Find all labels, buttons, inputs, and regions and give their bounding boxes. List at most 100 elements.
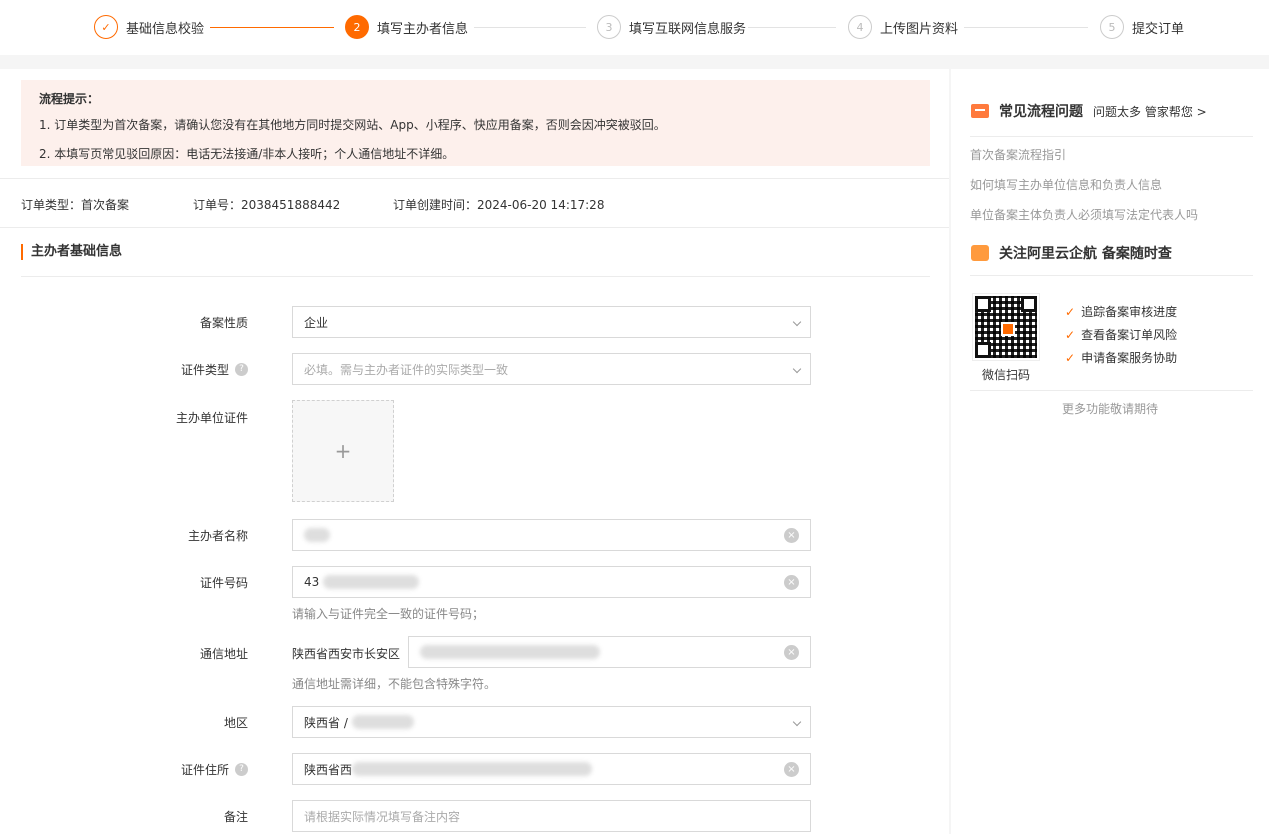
step-connector <box>474 27 586 28</box>
faq-link[interactable]: 如何填写主办单位信息和负责人信息 <box>970 176 1162 193</box>
cert-address-label: 证件住所? <box>0 761 248 778</box>
step-upload-images: 4 上传图片资料 <box>848 15 958 39</box>
address-label: 通信地址 <box>199 647 248 661</box>
cert-address-input[interactable]: 陕西省西 × <box>292 753 811 785</box>
clear-icon[interactable]: × <box>784 762 799 777</box>
step-label: 基础信息校验 <box>126 21 205 37</box>
follow-title: 关注阿里云企航 备案随时查 <box>999 246 1172 262</box>
step-internet-service: 3 填写互联网信息服务 <box>597 15 746 39</box>
cert-number-value: 43 <box>304 575 320 589</box>
redacted-text <box>323 575 420 589</box>
qr-logo <box>1001 322 1015 336</box>
cert-type-select[interactable]: 必填。需与主办者证件的实际类型一致 <box>292 353 811 385</box>
order-type: 订单类型：首次备案 <box>21 198 130 212</box>
step-label: 填写互联网信息服务 <box>629 21 747 37</box>
process-notice: 流程提示： 1. 订单类型为首次备案，请确认您没有在其他地方同时提交网站、App… <box>21 80 930 166</box>
chevron-down-icon <box>792 364 802 374</box>
follow-icon <box>971 245 989 261</box>
remark-label: 备注 <box>223 810 248 824</box>
clear-icon[interactable]: × <box>784 528 799 543</box>
qr-corner <box>975 296 991 312</box>
sponsor-name-label: 主办者名称 <box>187 529 248 543</box>
qr-corner <box>1021 296 1037 312</box>
qr-corner <box>975 342 991 358</box>
cert-address-value: 陕西省西 <box>304 762 353 777</box>
region-select[interactable]: 陕西省 / <box>292 706 811 738</box>
redacted-text <box>352 762 593 776</box>
check-icon: ✓ <box>1065 304 1076 319</box>
address-input[interactable]: × <box>408 636 811 668</box>
org-cert-label: 主办单位证件 <box>175 411 248 425</box>
step-number: 2 <box>345 15 369 39</box>
divider <box>970 136 1253 137</box>
cert-type-placeholder: 必填。需与主办者证件的实际类型一致 <box>304 362 509 377</box>
remark-placeholder: 请根据实际情况填写备注内容 <box>304 809 461 824</box>
region-label: 地区 <box>223 716 248 730</box>
main-panel: 流程提示： 1. 订单类型为首次备案，请确认您没有在其他地方同时提交网站、App… <box>0 69 949 834</box>
divider <box>0 227 949 228</box>
clear-icon[interactable]: × <box>784 575 799 590</box>
notice-title: 流程提示： <box>39 92 100 106</box>
step-submit-order: 5 提交订单 <box>1100 15 1184 39</box>
sponsor-name-input[interactable]: × <box>292 519 811 551</box>
divider <box>21 276 930 277</box>
clear-icon[interactable]: × <box>784 645 799 660</box>
divider <box>970 275 1253 276</box>
step-number: 3 <box>597 15 621 39</box>
record-nature-label: 备案性质 <box>199 316 248 330</box>
step-basic-check: ✓ 基础信息校验 <box>94 15 204 39</box>
address-hint: 通信地址需详细，不能包含特殊字符。 <box>292 677 497 691</box>
step-label: 填写主办者信息 <box>377 21 469 37</box>
redacted-text <box>304 528 330 542</box>
chevron-down-icon <box>792 717 802 727</box>
feature-item: ✓ 申请备案服务协助 <box>1065 350 1178 366</box>
org-cert-upload[interactable]: + <box>292 400 394 502</box>
sidebar-footer: 更多功能敬请期待 <box>1061 402 1158 416</box>
step-connector <box>748 27 836 28</box>
notice-line: 1. 订单类型为首次备案，请确认您没有在其他地方同时提交网站、App、小程序、快… <box>39 118 666 132</box>
region-value: 陕西省 / <box>304 715 348 730</box>
redacted-text <box>420 645 600 659</box>
step-number: 4 <box>848 15 872 39</box>
order-number: 订单号：2038451888442 <box>193 198 341 212</box>
faq-title: 常见流程问题 <box>999 104 1083 120</box>
faq-link[interactable]: 单位备案主体负责人必须填写法定代表人吗 <box>970 206 1198 223</box>
divider <box>0 178 949 179</box>
faq-link[interactable]: 首次备案流程指引 <box>970 146 1066 163</box>
record-nature-select[interactable]: 企业 <box>292 306 811 338</box>
cert-type-label: 证件类型? <box>0 361 248 378</box>
redacted-text <box>351 715 414 729</box>
faq-header: 常见流程问题 问题太多 管家帮您 > <box>971 101 1207 121</box>
step-number: 5 <box>1100 15 1124 39</box>
progress-stepper: ✓ 基础信息校验 2 填写主办者信息 3 填写互联网信息服务 4 上传图片资料 … <box>0 0 1269 55</box>
feature-item: ✓ 查看备案订单风险 <box>1065 327 1178 343</box>
help-sidebar: 常见流程问题 问题太多 管家帮您 > 首次备案流程指引 如何填写主办单位信息和负… <box>951 69 1269 834</box>
cert-number-hint: 请输入与证件完全一致的证件号码； <box>292 607 485 621</box>
wechat-qr-code <box>972 293 1040 361</box>
step-label: 上传图片资料 <box>880 21 959 37</box>
section-title: 主办者基础信息 <box>21 244 122 260</box>
step-connector <box>964 27 1088 28</box>
step-label: 提交订单 <box>1132 21 1185 37</box>
feature-item: ✓ 追踪备案审核进度 <box>1065 304 1178 320</box>
faq-more-link[interactable]: 问题太多 管家帮您 > <box>1093 103 1207 120</box>
qr-label: 微信扫码 <box>982 368 1031 382</box>
step-connector <box>210 27 334 28</box>
help-icon[interactable]: ? <box>235 363 248 376</box>
step-sponsor-info: 2 填写主办者信息 <box>345 15 468 39</box>
cert-number-label: 证件号码 <box>199 576 248 590</box>
record-nature-value: 企业 <box>304 315 329 330</box>
chevron-down-icon <box>792 317 802 327</box>
check-icon: ✓ <box>1065 350 1076 365</box>
remark-input[interactable]: 请根据实际情况填写备注内容 <box>292 800 811 832</box>
chat-icon <box>971 104 989 118</box>
divider <box>970 390 1253 391</box>
plus-icon: + <box>334 439 352 463</box>
follow-header: 关注阿里云企航 备案随时查 <box>971 243 1172 263</box>
check-icon: ✓ <box>1065 327 1076 342</box>
help-icon[interactable]: ? <box>235 763 248 776</box>
cert-number-input[interactable]: 43 × <box>292 566 811 598</box>
order-created-time: 订单创建时间：2024-06-20 14:17:28 <box>393 198 605 212</box>
address-prefix: 陕西省西安市长安区 <box>292 647 401 661</box>
check-icon: ✓ <box>94 15 118 39</box>
